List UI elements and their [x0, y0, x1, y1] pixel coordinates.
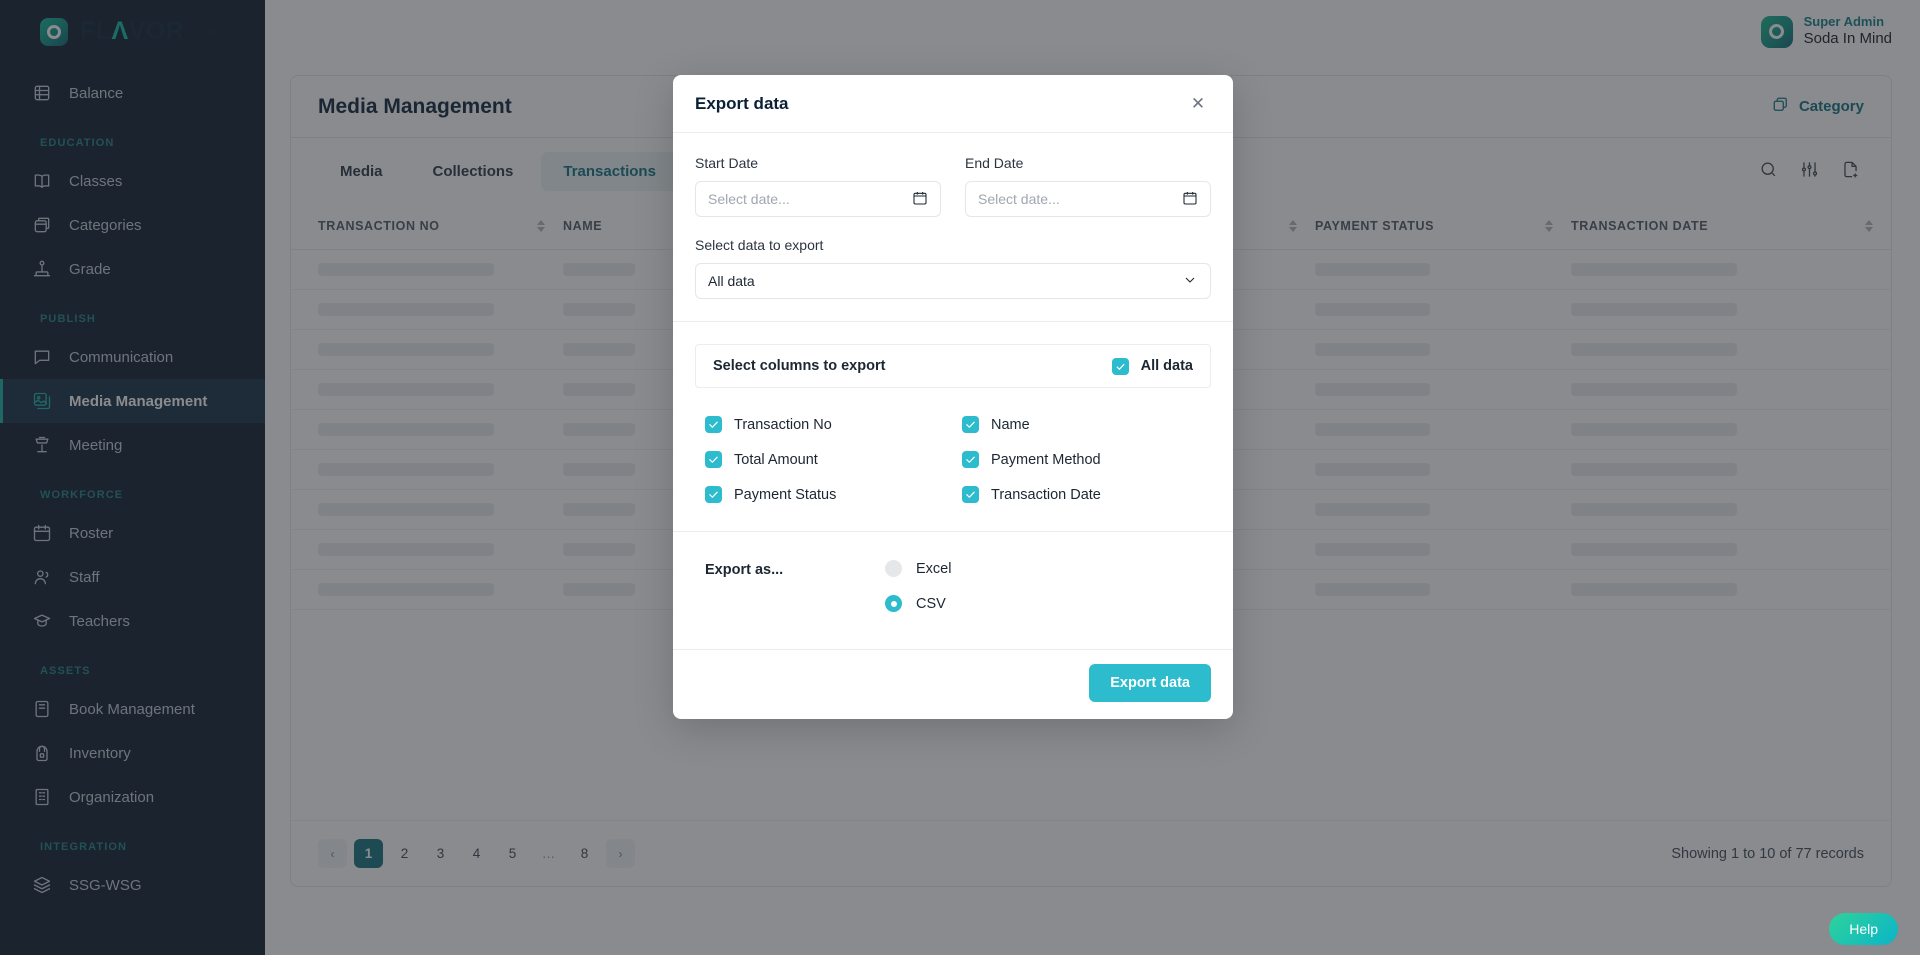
checkbox-icon	[705, 486, 722, 503]
data-select-dropdown[interactable]: All data	[695, 263, 1211, 299]
chevron-down-icon	[1182, 272, 1198, 291]
export-format-label: CSV	[916, 596, 946, 612]
radio-icon	[885, 560, 902, 577]
export-as-label: Export as...	[705, 560, 885, 578]
column-checkbox-payment-method[interactable]: Payment Method	[962, 451, 1211, 468]
export-format-csv[interactable]: CSV	[885, 595, 951, 612]
modal-header: Export data ✕	[673, 75, 1233, 133]
checkbox-icon	[705, 416, 722, 433]
column-checkbox-transaction-no[interactable]: Transaction No	[705, 416, 954, 433]
data-select-field: Select data to export All data	[695, 237, 1211, 299]
start-date-placeholder: Select date...	[708, 191, 912, 207]
export-format-radios: Excel CSV	[885, 560, 951, 612]
start-date-field: Start Date Select date...	[695, 155, 941, 217]
checkbox-icon	[705, 451, 722, 468]
column-checkbox-label: Payment Status	[734, 487, 836, 503]
calendar-icon	[1182, 190, 1198, 209]
all-data-label: All data	[1141, 358, 1193, 374]
columns-header-box: Select columns to export All data	[695, 344, 1211, 388]
modal-footer: Export data	[673, 649, 1233, 719]
start-date-label: Start Date	[695, 155, 941, 171]
column-checkbox-payment-status[interactable]: Payment Status	[705, 486, 954, 503]
columns-checkbox-grid: Transaction No Name Total Amount Payment Me…	[673, 388, 1233, 531]
column-checkbox-total-amount[interactable]: Total Amount	[705, 451, 954, 468]
column-checkbox-label: Total Amount	[734, 452, 818, 468]
export-format-label: Excel	[916, 561, 951, 577]
modal-title: Export data	[695, 94, 789, 114]
checkbox-icon	[962, 416, 979, 433]
export-format-excel[interactable]: Excel	[885, 560, 951, 577]
date-range-section: Start Date Select date... End Date Selec…	[673, 133, 1233, 321]
data-select-label: Select data to export	[695, 237, 1211, 253]
all-data-checkbox[interactable]: All data	[1112, 358, 1193, 375]
export-as-section: Export as... Excel CSV	[673, 532, 1233, 638]
column-checkbox-label: Payment Method	[991, 452, 1101, 468]
close-icon[interactable]: ✕	[1186, 92, 1210, 116]
column-checkbox-transaction-date[interactable]: Transaction Date	[962, 486, 1211, 503]
end-date-label: End Date	[965, 155, 1211, 171]
column-checkbox-name[interactable]: Name	[962, 416, 1211, 433]
export-data-button[interactable]: Export data	[1089, 664, 1211, 702]
end-date-field: End Date Select date...	[965, 155, 1211, 217]
columns-title: Select columns to export	[713, 358, 885, 374]
column-checkbox-label: Transaction Date	[991, 487, 1101, 503]
checkbox-icon	[962, 451, 979, 468]
end-date-input[interactable]: Select date...	[965, 181, 1211, 217]
checkbox-icon	[1112, 358, 1129, 375]
column-checkbox-label: Transaction No	[734, 417, 832, 433]
data-select-value: All data	[708, 273, 1182, 289]
help-button[interactable]: Help	[1829, 913, 1898, 945]
radio-icon	[885, 595, 902, 612]
export-data-modal: Export data ✕ Start Date Select date... …	[673, 75, 1233, 719]
column-checkbox-label: Name	[991, 417, 1030, 433]
end-date-placeholder: Select date...	[978, 191, 1182, 207]
columns-section: Select columns to export All data Transa…	[673, 322, 1233, 531]
start-date-input[interactable]: Select date...	[695, 181, 941, 217]
calendar-icon	[912, 190, 928, 209]
checkbox-icon	[962, 486, 979, 503]
